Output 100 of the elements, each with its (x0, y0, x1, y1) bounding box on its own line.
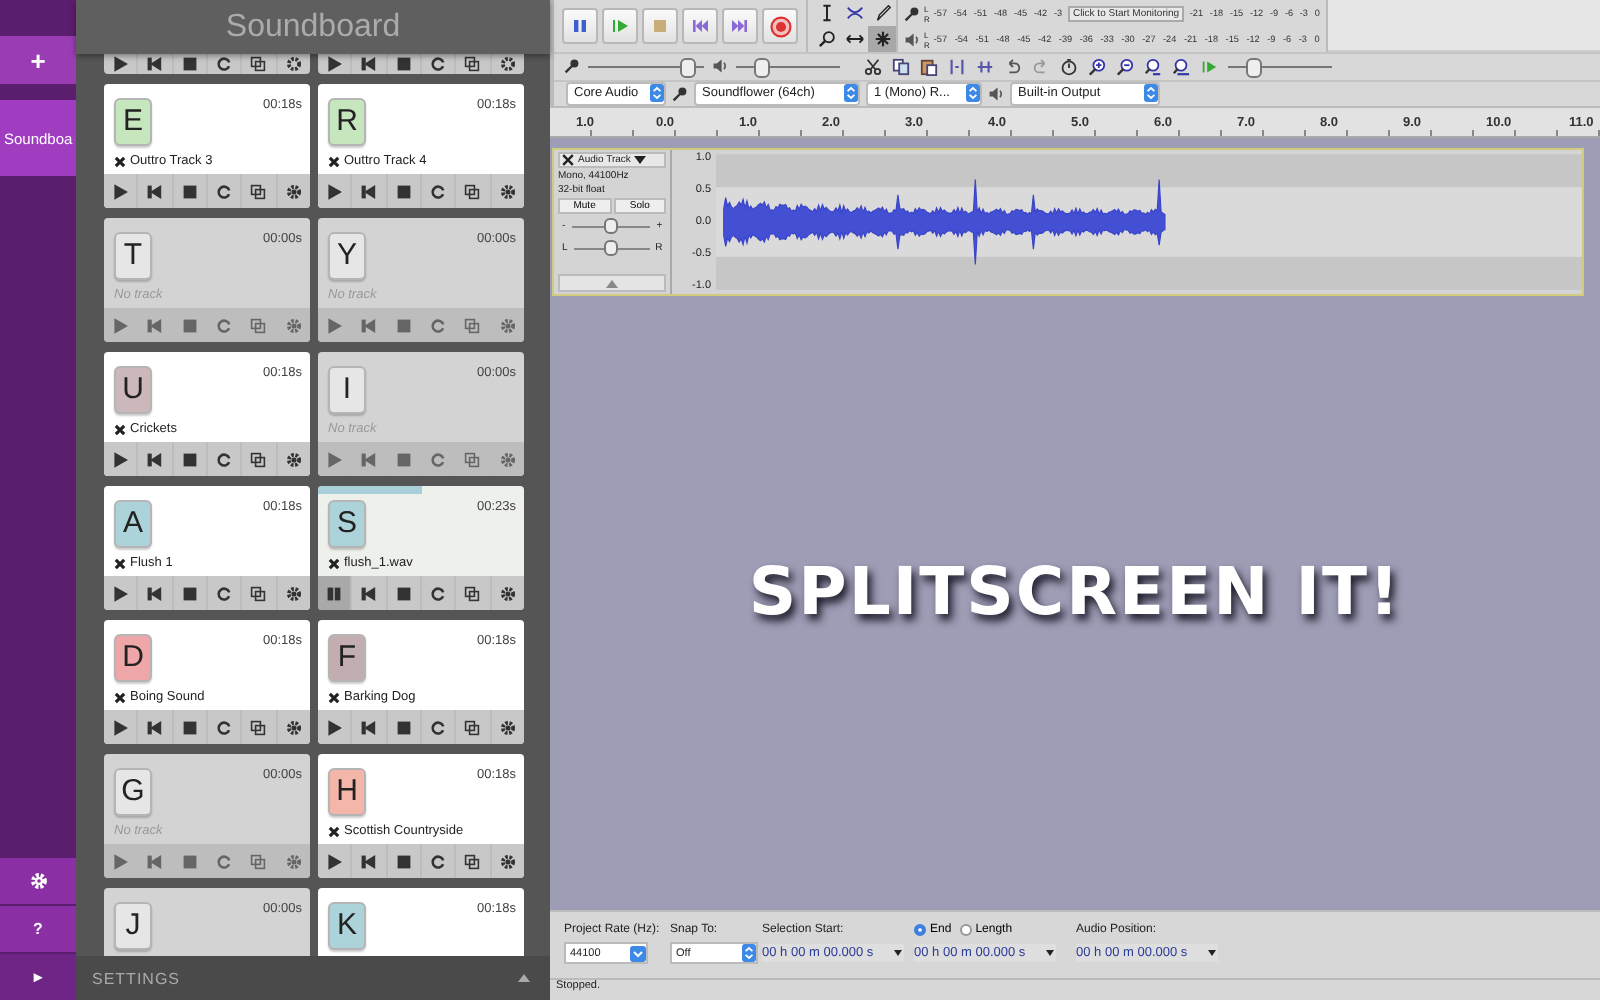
microphone-icon (564, 58, 580, 75)
skip-icon (360, 317, 377, 333)
timeshift-icon (845, 30, 863, 48)
copy-icon (250, 585, 267, 601)
gear-icon (285, 317, 302, 333)
radio-button[interactable] (914, 923, 926, 935)
gear-icon (499, 183, 516, 199)
speaker-icon (988, 85, 1004, 102)
skip-end-button[interactable] (722, 8, 758, 44)
slider-thumb[interactable] (680, 58, 696, 79)
skip-end-icon (730, 16, 750, 36)
zoom-selection-icon[interactable] (1144, 57, 1162, 76)
copy-icon[interactable] (892, 57, 910, 76)
dropdown-icon (650, 84, 664, 103)
remove-icon[interactable] (114, 423, 126, 435)
remove-icon[interactable] (114, 691, 126, 703)
gear-icon (285, 56, 302, 72)
copy-icon (250, 719, 267, 735)
loop-icon (216, 585, 233, 601)
microphone-icon (904, 5, 920, 21)
scissors-icon[interactable] (864, 57, 882, 76)
stop-icon (181, 853, 198, 869)
skip-icon (146, 317, 163, 333)
slider-thumb[interactable] (604, 240, 619, 256)
dropdown-icon[interactable] (634, 156, 647, 164)
stop-icon (395, 585, 412, 601)
paste-icon[interactable] (920, 57, 938, 76)
speaker-icon (904, 31, 920, 47)
loop-icon (430, 451, 447, 467)
remove-icon[interactable] (328, 691, 340, 703)
trim-icon[interactable] (948, 57, 966, 76)
zoom-in-icon[interactable] (1088, 57, 1106, 76)
skip-icon (146, 585, 163, 601)
play-icon (610, 16, 630, 36)
dropdown-icon (630, 945, 646, 961)
pencil-icon (873, 4, 891, 22)
record-icon (769, 15, 791, 37)
gear-icon (285, 585, 302, 601)
remove-icon[interactable] (328, 557, 340, 569)
dropdown-icon (894, 950, 902, 956)
stop-icon (181, 719, 198, 735)
copy-icon (464, 719, 481, 735)
play-icon (112, 585, 129, 601)
settings-button[interactable] (0, 858, 76, 904)
undo-icon[interactable] (1004, 57, 1022, 76)
play-icon (112, 719, 129, 735)
gear-icon (285, 853, 302, 869)
timer-icon[interactable] (1060, 57, 1078, 76)
key-label: H (328, 768, 366, 816)
gear-icon (499, 719, 516, 735)
settings-label: SETTINGS (92, 969, 181, 987)
remove-icon[interactable] (328, 155, 340, 167)
key-label: D (114, 634, 152, 682)
stop-icon (650, 16, 670, 36)
slider-thumb[interactable] (1245, 58, 1262, 79)
copy-icon (250, 451, 267, 467)
skip-icon (360, 719, 377, 735)
collapse-button[interactable]: ▸ (0, 954, 76, 1000)
waveform-panel[interactable] (715, 152, 1582, 292)
silence-icon[interactable] (976, 57, 994, 76)
multi-tool[interactable] (868, 26, 896, 52)
key-label: G (114, 768, 152, 816)
skip-start-button[interactable] (682, 8, 718, 44)
loop-icon (216, 853, 233, 869)
settings-icon (29, 872, 47, 890)
loop-icon (216, 183, 233, 199)
stop-icon (181, 585, 198, 601)
stop-icon (181, 56, 198, 72)
stop-icon (181, 317, 198, 333)
play-icon (112, 183, 129, 199)
help-button[interactable]: ? (0, 906, 76, 952)
stop-icon (395, 317, 412, 333)
skip-icon (146, 183, 163, 199)
pause-button[interactable] (562, 8, 598, 44)
zoom-out-icon[interactable] (1116, 57, 1134, 76)
play-icon (112, 317, 129, 333)
record-button[interactable] (762, 8, 798, 44)
copy-icon (464, 853, 481, 869)
stop-icon (181, 451, 198, 467)
loop-icon (216, 56, 233, 72)
skip-icon (146, 853, 163, 869)
dropdown-icon (1046, 950, 1054, 956)
remove-icon[interactable] (114, 155, 126, 167)
close-icon[interactable] (562, 154, 574, 166)
zoom-fit-icon[interactable] (1172, 57, 1190, 76)
slider-thumb[interactable] (753, 58, 770, 79)
copy-icon (464, 451, 481, 467)
stop-icon (395, 451, 412, 467)
gear-icon (499, 56, 516, 72)
add-button[interactable]: + (0, 36, 76, 84)
collapse-button[interactable] (558, 274, 667, 292)
copy-icon (464, 585, 481, 601)
remove-icon[interactable] (114, 557, 126, 569)
pause-button[interactable] (318, 576, 353, 610)
remove-icon[interactable] (328, 825, 340, 837)
gear-icon (499, 451, 516, 467)
skip-icon (360, 853, 377, 869)
settings-bar[interactable]: SETTINGS (76, 956, 550, 1000)
slider-thumb[interactable] (603, 218, 618, 234)
radio-button[interactable] (959, 923, 972, 935)
